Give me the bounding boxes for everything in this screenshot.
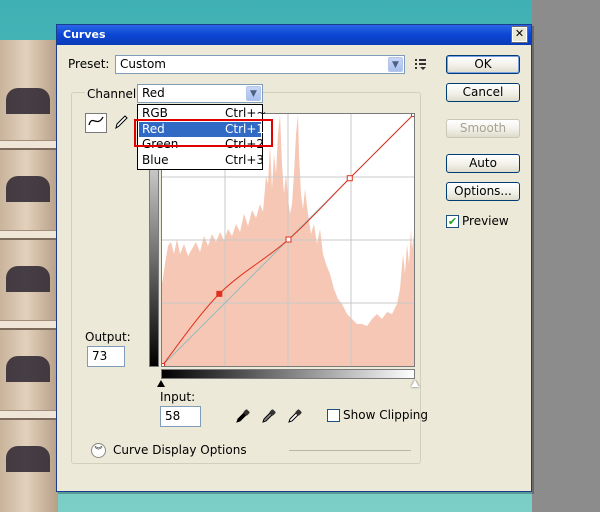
building-balcony	[0, 230, 58, 240]
pencil-tool-icon	[115, 115, 128, 130]
building-balcony	[0, 320, 58, 330]
input-gradient-bar	[161, 369, 415, 379]
preview-label: Preview	[462, 214, 509, 228]
preset-label: Preset:	[68, 57, 110, 71]
auto-button[interactable]: Auto	[446, 154, 520, 173]
title-bar[interactable]: Curves ✕	[57, 25, 531, 45]
curve-control-point[interactable]	[285, 236, 292, 243]
close-button[interactable]: ✕	[511, 26, 528, 43]
building-balcony	[0, 140, 58, 150]
output-field[interactable]: 73	[87, 346, 125, 367]
channel-select[interactable]: Red ▼	[137, 84, 263, 103]
curve-tool-icon	[88, 116, 104, 126]
black-point-slider[interactable]	[157, 380, 165, 387]
curve-display-options-label[interactable]: Curve Display Options	[113, 443, 247, 457]
output-label: Output:	[85, 330, 131, 344]
menu-item-label: Blue	[142, 152, 169, 167]
ok-button[interactable]: OK	[446, 55, 520, 74]
white-point-slider[interactable]	[411, 380, 419, 387]
menu-item-shortcut: Ctrl+3	[225, 152, 265, 167]
highlight-box	[134, 119, 273, 147]
building	[0, 40, 58, 512]
dialog-title: Curves	[63, 28, 106, 41]
curve-control-point[interactable]	[159, 363, 165, 369]
show-clipping-label: Show Clipping	[343, 408, 429, 422]
show-clipping-checkbox[interactable]	[327, 409, 340, 422]
preset-options-icon[interactable]	[414, 58, 428, 71]
options-button[interactable]: Options...	[446, 182, 520, 201]
curve-tool-button[interactable]	[85, 113, 107, 133]
curve-control-point[interactable]	[346, 175, 353, 182]
preset-value: Custom	[120, 57, 166, 71]
building-balcony	[0, 410, 58, 420]
building-window	[6, 446, 50, 472]
eyedropper-white-icon[interactable]	[287, 408, 303, 424]
cancel-button[interactable]: Cancel	[446, 83, 520, 102]
preset-select[interactable]: Custom ▼	[115, 55, 405, 74]
channel-value: Red	[142, 86, 165, 100]
preview-checkbox[interactable]: ✔	[446, 215, 459, 228]
channel-menu-item-blue[interactable]: Blue Ctrl+3	[139, 152, 265, 168]
building-window	[6, 88, 50, 114]
chevron-down-icon: ▼	[246, 86, 261, 101]
curves-dialog: Curves ✕ Preset: Custom ▼ OK Cancel Smoo…	[56, 24, 532, 492]
building-window	[6, 176, 50, 202]
pencil-tool-button[interactable]	[112, 114, 130, 132]
canvas-border	[532, 0, 600, 512]
expand-options-button[interactable]: ︾	[91, 443, 106, 458]
smooth-button[interactable]: Smooth	[446, 119, 520, 138]
channel-label: Channel:	[85, 87, 143, 101]
eyedropper-gray-icon[interactable]	[261, 408, 277, 424]
chevron-down-icon: ▼	[388, 57, 403, 72]
input-label: Input:	[160, 390, 196, 404]
building-window	[6, 356, 50, 382]
double-chevron-down-icon: ︾	[94, 446, 103, 455]
options-separator	[289, 450, 411, 451]
input-field[interactable]: 58	[160, 406, 201, 427]
curve-control-point[interactable]	[216, 290, 223, 297]
building-window	[6, 266, 50, 292]
close-icon: ✕	[514, 27, 525, 40]
eyedropper-black-icon[interactable]	[235, 408, 251, 424]
curve-control-point[interactable]	[411, 111, 417, 117]
